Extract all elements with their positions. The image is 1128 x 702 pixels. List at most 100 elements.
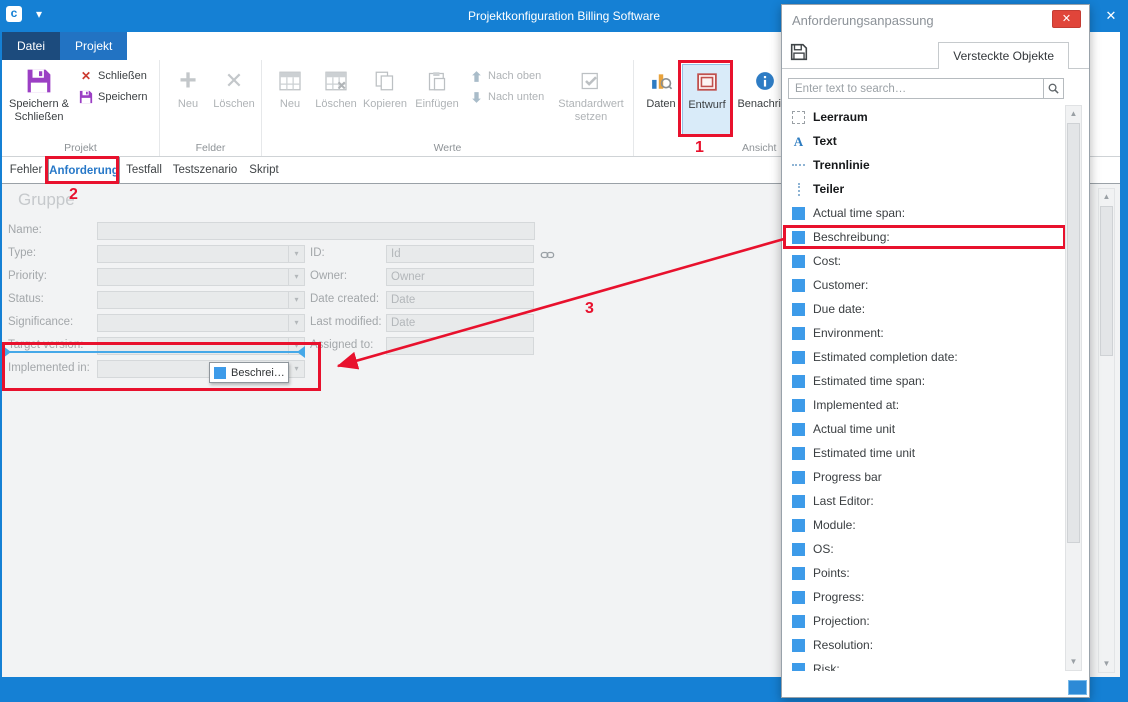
list-item[interactable]: Points: <box>783 561 1066 585</box>
list-item[interactable]: Environment: <box>783 321 1066 345</box>
list-item[interactable]: AText <box>783 129 1066 153</box>
field-icon <box>792 639 805 652</box>
scrollbar-thumb[interactable] <box>1100 206 1113 356</box>
text-item-icon: A <box>792 135 805 148</box>
save-button[interactable]: Speichern <box>78 87 148 107</box>
tab-testszenario[interactable]: Testszenario <box>168 157 242 183</box>
set-default-icon <box>579 67 603 95</box>
type-editor[interactable]: ▾ <box>97 245 305 263</box>
field-icon <box>792 279 805 292</box>
paste-icon <box>425 67 449 95</box>
chevron-down-icon[interactable]: ▾ <box>288 361 304 377</box>
target-version-editor[interactable]: ▾ <box>97 337 305 355</box>
list-item[interactable]: Leerraum <box>783 105 1066 129</box>
field-icon <box>792 207 805 220</box>
tab-versteckte-objekte[interactable]: Versteckte Objekte <box>938 42 1069 69</box>
list-item[interactable]: Module: <box>783 513 1066 537</box>
scroll-down-button[interactable]: ▼ <box>1099 656 1114 672</box>
save-and-close-label: Speichern & Schließen <box>6 98 72 124</box>
scroll-up-button[interactable]: ▲ <box>1099 189 1114 205</box>
new-value-button[interactable]: Neu <box>268 64 312 136</box>
save-and-close-button[interactable]: Speichern & Schließen <box>6 64 72 136</box>
tab-skript[interactable]: Skript <box>242 157 286 183</box>
panel-close-button[interactable]: ✕ <box>1052 10 1081 28</box>
form-scrollbar[interactable]: ▲ ▼ <box>1098 188 1115 673</box>
chevron-down-icon[interactable]: ▾ <box>288 338 304 354</box>
set-default-button[interactable]: Standardwert setzen <box>552 64 630 136</box>
list-item[interactable]: Actual time unit <box>783 417 1066 441</box>
list-item[interactable]: OS: <box>783 537 1066 561</box>
ribbon-group-werte: Neu Löschen Kopieren Einfügen <box>262 60 634 156</box>
new-field-button[interactable]: + Neu <box>166 64 210 136</box>
ribbon-tab-datei[interactable]: Datei <box>2 32 60 60</box>
ribbon-group-projekt: Speichern & Schließen ✕ Schließen Speich… <box>2 60 160 156</box>
separator-line-icon <box>792 159 805 172</box>
scrollbar-thumb[interactable] <box>1067 123 1080 543</box>
copy-button[interactable]: Kopieren <box>360 64 410 136</box>
tab-testfall[interactable]: Testfall <box>120 157 168 183</box>
list-item[interactable]: Teiler <box>783 177 1066 201</box>
list-item[interactable]: Beschreibung: <box>783 225 1066 249</box>
field-icon <box>792 495 805 508</box>
list-item[interactable]: Progress: <box>783 585 1066 609</box>
date-created-editor[interactable]: Date <box>386 291 534 309</box>
field-icon <box>792 231 805 244</box>
save-label: Speichern <box>98 91 148 103</box>
list-item[interactable]: Resolution: <box>783 633 1066 657</box>
list-item[interactable]: Projection: <box>783 609 1066 633</box>
tab-fehler[interactable]: Fehler <box>4 157 48 183</box>
chevron-down-icon[interactable]: ▾ <box>288 246 304 262</box>
list-item-label: Estimated time unit <box>813 446 915 460</box>
list-item-label: Module: <box>813 518 856 532</box>
list-item[interactable]: Estimated time unit <box>783 441 1066 465</box>
list-item[interactable]: Risk: <box>783 657 1066 671</box>
list-item[interactable]: Implemented at: <box>783 393 1066 417</box>
panel-scrollbar[interactable]: ▲ ▼ <box>1065 105 1082 671</box>
name-editor[interactable] <box>97 222 535 240</box>
field-label-owner: Owner: <box>310 270 347 282</box>
field-label-name: Name: <box>8 224 42 236</box>
priority-editor[interactable]: ▾ <box>97 268 305 286</box>
list-item[interactable]: Last Editor: <box>783 489 1066 513</box>
list-item[interactable]: Actual time span: <box>783 201 1066 225</box>
move-down-button[interactable]: Nach unten <box>468 87 544 107</box>
delete-value-button[interactable]: Löschen <box>314 64 358 136</box>
search-input[interactable] <box>788 78 1064 99</box>
status-editor[interactable]: ▾ <box>97 291 305 309</box>
scroll-up-button[interactable]: ▲ <box>1066 106 1081 122</box>
list-item[interactable]: Progress bar <box>783 465 1066 489</box>
move-up-button[interactable]: Nach oben <box>468 66 541 86</box>
list-item[interactable]: Estimated time span: <box>783 369 1066 393</box>
id-editor[interactable]: Id <box>386 245 534 263</box>
assigned-to-editor[interactable] <box>386 337 534 355</box>
entwurf-button[interactable]: Entwurf <box>682 64 732 136</box>
window-close-button[interactable]: ✕ <box>1100 8 1122 24</box>
last-modified-editor[interactable]: Date <box>386 314 534 332</box>
owner-editor[interactable]: Owner <box>386 268 534 286</box>
save-layout-button[interactable] <box>790 43 808 61</box>
list-item[interactable]: Trennlinie <box>783 153 1066 177</box>
list-item[interactable]: Cost: <box>783 249 1066 273</box>
scroll-down-button[interactable]: ▼ <box>1066 654 1081 670</box>
chevron-down-icon[interactable]: ▾ <box>288 315 304 331</box>
field-label-last-modified: Last modified: <box>310 316 382 328</box>
paste-button[interactable]: Einfügen <box>412 64 462 136</box>
delete-icon: ✕ <box>225 67 243 95</box>
significance-editor[interactable]: ▾ <box>97 314 305 332</box>
field-icon <box>792 327 805 340</box>
list-item[interactable]: Estimated completion date: <box>783 345 1066 369</box>
list-item[interactable]: Due date: <box>783 297 1066 321</box>
field-icon <box>792 423 805 436</box>
search-icon[interactable] <box>1043 79 1063 98</box>
panel-grip[interactable] <box>1068 680 1087 695</box>
list-item[interactable]: Customer: <box>783 273 1066 297</box>
ribbon-tab-projekt[interactable]: Projekt <box>60 32 127 60</box>
list-item-label: Estimated time span: <box>813 374 925 388</box>
close-project-button[interactable]: ✕ Schließen <box>78 66 147 86</box>
daten-button[interactable]: Daten <box>640 64 682 136</box>
tab-anforderung[interactable]: Anforderung <box>48 157 120 183</box>
chevron-down-icon[interactable]: ▾ <box>288 292 304 308</box>
delete-field-button[interactable]: ✕ Löschen <box>212 64 256 136</box>
chevron-down-icon[interactable]: ▾ <box>288 269 304 285</box>
splitter-icon <box>792 183 805 196</box>
